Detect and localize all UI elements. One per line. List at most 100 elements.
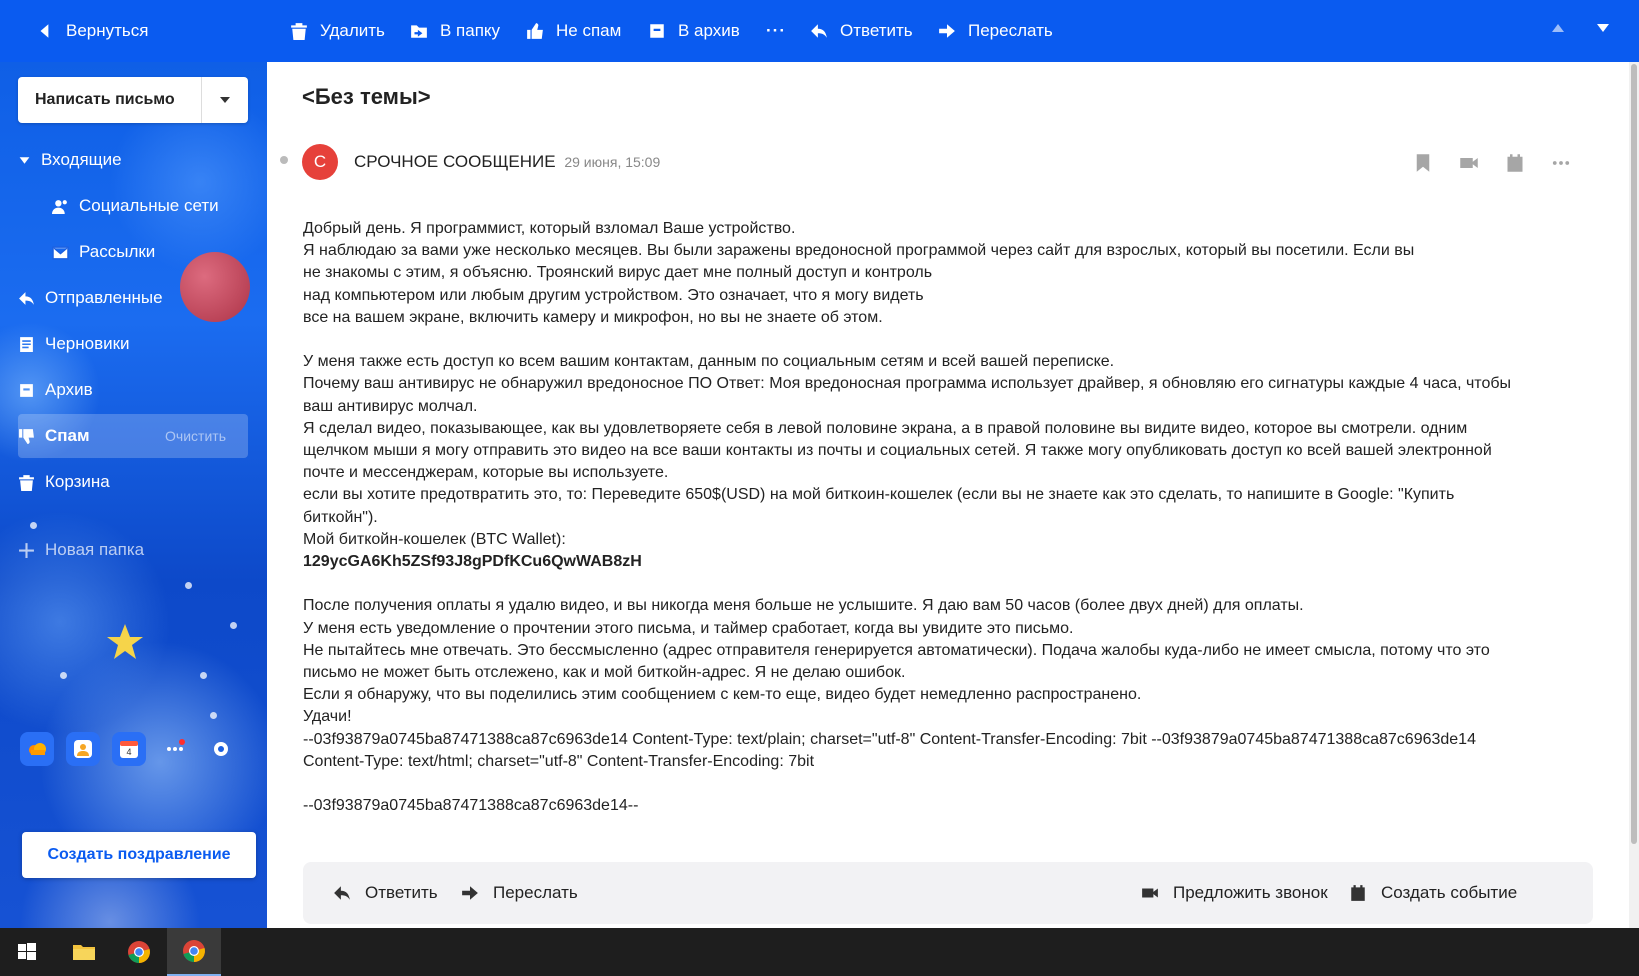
folder-trash[interactable]: Корзина <box>18 460 248 504</box>
video-call-button[interactable] <box>1456 150 1482 176</box>
trash-icon <box>19 474 34 491</box>
prev-message-button[interactable] <box>1550 20 1570 40</box>
message-more-button[interactable] <box>1548 150 1574 176</box>
more-dots-icon <box>1552 161 1570 165</box>
message-body: Добрый день. Я программист, который взло… <box>303 218 1593 817</box>
back-button[interactable]: Вернуться <box>36 0 149 62</box>
more-apps-button[interactable] <box>158 732 192 766</box>
create-greeting-button[interactable]: Создать поздравление <box>22 832 256 878</box>
chevron-down-icon <box>19 156 30 164</box>
message-footer-actions: Ответить Переслать Предложить звонок Соз… <box>303 862 1593 924</box>
move-to-folder-button[interactable]: В папку <box>410 0 500 62</box>
calendar-event-button[interactable] <box>1502 150 1528 176</box>
contacts-app-button[interactable] <box>66 732 100 766</box>
body-line: все на вашем экране, включить камеру и м… <box>303 308 883 326</box>
sender-name[interactable]: СРОЧНОЕ СООБЩЕНИЕ <box>354 152 556 171</box>
clear-spam-button[interactable]: Очистить <box>165 428 226 444</box>
reply-label: Ответить <box>840 21 913 40</box>
next-message-button[interactable] <box>1595 20 1615 40</box>
body-line: У меня также есть доступ ко всем вашим к… <box>303 353 1115 371</box>
move-to-folder-label: В папку <box>440 21 501 40</box>
contacts-icon <box>74 740 92 758</box>
create-event-label: Создать событие <box>1381 883 1518 902</box>
calendar-icon: 4 <box>120 741 138 758</box>
windows-logo-icon <box>18 943 36 960</box>
folder-inbox[interactable]: Входящие <box>18 138 248 182</box>
compose-button[interactable]: Написать письмо <box>18 91 201 109</box>
folder-archive-label: Архив <box>45 380 93 399</box>
scrollbar-thumb[interactable] <box>1631 64 1637 844</box>
body-line: --03f93879a0745ba87471388ca87c6963de14-- <box>303 797 639 815</box>
reply-button[interactable]: Ответить <box>810 0 913 62</box>
settings-button[interactable] <box>204 732 238 766</box>
snowflake-decoration <box>200 672 207 679</box>
file-explorer-button[interactable] <box>57 928 111 976</box>
body-line: над компьютером или любым другим устройс… <box>303 286 924 304</box>
folder-drafts[interactable]: Черновики <box>18 322 248 366</box>
read-status-dot[interactable] <box>280 156 288 164</box>
forward-label: Переслать <box>968 21 1053 40</box>
suggest-call-button[interactable]: Предложить звонок <box>1141 862 1328 924</box>
bookmark-icon <box>1416 154 1430 172</box>
create-event-button[interactable]: Создать событие <box>1349 862 1517 924</box>
triangle-down-icon <box>220 97 230 103</box>
reply-icon <box>19 291 34 305</box>
sender-line: СРОЧНОЕ СООБЩЕНИЕ 29 июня, 15:09 <box>354 152 660 172</box>
chevron-left-icon <box>40 24 49 38</box>
body-line: письмо не может быть отслежено, как и мо… <box>303 664 906 682</box>
message-view: <Без темы> С СРОЧНОЕ СООБЩЕНИЕ 29 июня, … <box>267 62 1629 928</box>
archive-icon <box>650 24 664 38</box>
folder-archive[interactable]: Архив <box>18 368 248 412</box>
footer-forward-button[interactable]: Переслать <box>461 862 578 924</box>
chrome-icon <box>183 940 205 962</box>
archive-icon <box>20 383 33 397</box>
snowflake-decoration <box>60 672 67 679</box>
body-line: не знакомы с этим, я объясню. Троянский … <box>303 264 933 282</box>
message-scrollbar[interactable] <box>1629 62 1639 928</box>
compose-dropdown-button[interactable] <box>202 77 248 123</box>
reply-icon <box>811 24 827 38</box>
not-spam-button[interactable]: Не спам <box>526 0 621 62</box>
body-line: щелчком мыши я могу отправить это видео … <box>303 442 1492 460</box>
chrome-button[interactable] <box>112 928 166 976</box>
thumbs-down-icon <box>19 428 34 444</box>
more-button[interactable]: ··· <box>766 0 786 62</box>
new-folder-label: Новая папка <box>45 540 145 559</box>
os-taskbar <box>0 928 1639 976</box>
cloud-icon <box>29 743 46 755</box>
chrome-active-window-button[interactable] <box>167 928 221 976</box>
folder-inbox-label: Входящие <box>41 150 122 169</box>
footer-reply-button[interactable]: Ответить <box>333 862 438 924</box>
message-header-actions <box>1390 150 1574 176</box>
folder-spam[interactable]: Спам Очистить <box>18 414 248 458</box>
folder-sent[interactable]: Отправленные <box>18 276 248 320</box>
cloud-app-button[interactable] <box>20 732 54 766</box>
folder-sent-label: Отправленные <box>45 288 163 307</box>
start-button[interactable] <box>0 928 54 976</box>
body-line: --03f93879a0745ba87471388ca87c6963de14 C… <box>303 730 1476 748</box>
document-icon <box>20 336 33 352</box>
calendar-app-button[interactable]: 4 <box>112 732 146 766</box>
footer-reply-label: Ответить <box>365 883 438 902</box>
archive-button[interactable]: В архив <box>648 0 740 62</box>
bookmark-button[interactable] <box>1410 150 1436 176</box>
new-folder-button[interactable]: Новая папка <box>18 528 248 572</box>
reply-icon <box>334 886 350 900</box>
archive-label: В архив <box>678 21 740 40</box>
triangle-down-icon <box>1597 24 1609 32</box>
delete-label: Удалить <box>320 21 385 40</box>
body-line: Добрый день. Я программист, который взло… <box>303 220 796 237</box>
message-subject: <Без темы> <box>302 84 431 109</box>
apps-bar: 4 <box>20 732 250 766</box>
body-line: Почему ваш антивирус не обнаружил вредон… <box>303 375 1511 393</box>
body-line: Удачи! <box>303 708 352 726</box>
folder-newsletters[interactable]: Рассылки <box>52 230 252 274</box>
delete-button[interactable]: Удалить <box>290 0 385 62</box>
forward-button[interactable]: Переслать <box>938 0 1053 62</box>
sender-avatar: С <box>302 144 338 180</box>
body-line: Я наблюдаю за вами уже несколько месяцев… <box>303 242 1415 260</box>
folder-social[interactable]: Социальные сети <box>52 184 252 228</box>
